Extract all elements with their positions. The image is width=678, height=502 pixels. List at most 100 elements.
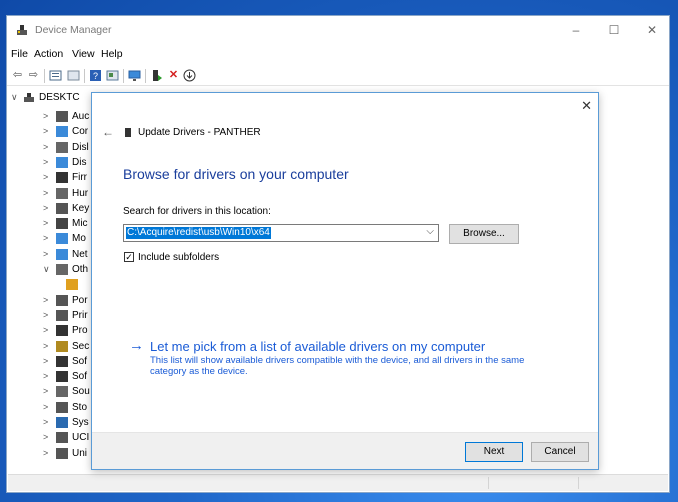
toolbar-separator — [84, 69, 85, 83]
other-devices-icon — [56, 264, 68, 275]
chevron-right-icon[interactable]: > — [43, 371, 48, 381]
properties-icon[interactable] — [49, 69, 62, 82]
dialog-title: Browse for drivers on your computer — [123, 166, 349, 182]
maximize-button[interactable]: ☐ — [597, 20, 631, 40]
ports-icon — [56, 294, 68, 306]
toolbar-separator — [145, 69, 146, 83]
ucm-icon — [56, 432, 68, 444]
driver-path-value[interactable]: C:\Acquire\redist\usb\Win10\x64 — [126, 227, 271, 239]
menu-action[interactable]: Action — [34, 48, 63, 60]
update-drivers-dialog: ✕ ← Update Drivers - PANTHER Browse for … — [91, 92, 599, 470]
keyboard-icon — [56, 202, 68, 214]
toolbar-separator — [123, 69, 124, 83]
software-device-icon — [56, 371, 68, 383]
scan-hardware-icon[interactable] — [183, 69, 196, 82]
chevron-right-icon[interactable]: > — [43, 172, 48, 182]
chevron-right-icon[interactable]: > — [43, 386, 48, 396]
tree-item-label: Cor — [72, 126, 89, 138]
chevron-right-icon[interactable]: > — [43, 111, 48, 121]
menu-help[interactable]: Help — [101, 48, 123, 60]
chevron-right-icon[interactable]: > — [43, 142, 48, 152]
back-arrow-icon[interactable]: ⇦ — [11, 69, 24, 82]
tree-item-label: Oth — [72, 264, 89, 275]
close-button[interactable]: ✕ — [635, 20, 669, 40]
enable-device-icon[interactable] — [150, 69, 163, 82]
browse-button[interactable]: Browse... — [449, 224, 519, 244]
menu-bar: File Action View Help — [7, 48, 669, 64]
software-component-icon — [56, 355, 68, 367]
chevron-right-icon[interactable]: > — [43, 295, 48, 305]
help-icon[interactable]: ? — [89, 69, 102, 82]
device-tree: ∨ DESKTC > Auc > Cor > Disl > Dis > Firr > Hur > Key >… — [7, 88, 99, 466]
chevron-right-icon[interactable]: > — [43, 341, 48, 351]
window-title: Device Manager — [35, 24, 112, 36]
tree-root-label: DESKTC — [39, 92, 80, 103]
computer-icon — [56, 126, 68, 138]
chevron-right-icon[interactable]: > — [43, 402, 48, 412]
title-bar: Device Manager – ☐ ✕ — [7, 16, 669, 44]
update-driver-icon[interactable] — [106, 69, 119, 82]
print-queue-icon — [56, 309, 68, 321]
next-button[interactable]: Next — [465, 442, 523, 462]
chevron-down-icon[interactable]: ∨ — [11, 92, 18, 103]
tree-item-label: Prir — [72, 309, 88, 321]
menu-file[interactable]: File — [11, 48, 28, 60]
arrow-right-icon[interactable]: → — [129, 337, 144, 354]
tree-item-label: Dis — [72, 156, 87, 168]
tree-item-label: Hur — [72, 187, 89, 199]
computer-icon — [24, 93, 34, 102]
chevron-right-icon[interactable]: > — [43, 233, 48, 243]
device-icon — [125, 128, 131, 137]
chevron-right-icon[interactable]: > — [43, 310, 48, 320]
chevron-down-icon[interactable]: ⌵ — [426, 226, 434, 237]
back-arrow-button[interactable]: ← — [102, 125, 114, 139]
forward-arrow-icon[interactable]: ⇨ — [27, 69, 40, 82]
menu-view[interactable]: View — [72, 48, 95, 60]
chevron-right-icon[interactable]: > — [43, 188, 48, 198]
dialog-close-button[interactable]: ✕ — [581, 98, 592, 114]
security-icon — [56, 340, 68, 352]
tree-item-label: Auc — [72, 111, 90, 122]
chevron-right-icon[interactable]: > — [43, 325, 48, 335]
chevron-right-icon[interactable]: > — [43, 203, 48, 213]
toolbar-separator — [44, 69, 45, 83]
tree-item-label: Sys — [72, 417, 89, 428]
usb-icon — [56, 447, 68, 459]
chevron-right-icon[interactable]: > — [43, 417, 48, 427]
monitor-icon[interactable] — [128, 69, 141, 82]
warning-device-icon — [66, 279, 78, 291]
firmware-icon — [56, 172, 68, 184]
driver-path-input[interactable]: C:\Acquire\redist\usb\Win10\x64 ⌵ — [123, 224, 439, 242]
tree-item-label: Mo — [72, 233, 86, 245]
dialog-footer: Next Cancel — [92, 432, 598, 469]
chevron-right-icon[interactable]: > — [43, 356, 48, 366]
display-icon — [56, 156, 68, 168]
minimize-button[interactable]: – — [559, 20, 593, 40]
disk-drive-icon — [56, 141, 68, 153]
pick-driver-description: This list will show available drivers co… — [150, 355, 525, 377]
processor-icon — [56, 325, 68, 337]
chevron-right-icon[interactable]: > — [43, 126, 48, 136]
chevron-right-icon[interactable]: > — [43, 448, 48, 458]
mouse-icon — [56, 218, 68, 230]
chevron-right-icon[interactable]: > — [43, 432, 48, 442]
search-location-label: Search for drivers in this location: — [123, 206, 271, 217]
system-icon — [56, 417, 68, 428]
include-subfolders-checkbox[interactable]: ✓ — [124, 252, 134, 262]
tree-item-label: Net — [72, 248, 88, 260]
svg-text:?: ? — [93, 71, 98, 81]
tree-item-label: Sof — [72, 355, 88, 367]
include-subfolders-label[interactable]: Include subfolders — [138, 252, 219, 263]
tree-item-label: Firr — [72, 172, 87, 184]
chevron-down-icon[interactable]: ∨ — [43, 264, 50, 275]
show-hidden-icon[interactable] — [67, 69, 80, 82]
tree-item-label: Por — [72, 294, 88, 306]
chevron-right-icon[interactable]: > — [43, 249, 48, 259]
tree-item-label: Sec — [72, 340, 90, 352]
uninstall-icon[interactable]: ✕ — [167, 69, 180, 82]
chevron-right-icon[interactable]: > — [43, 218, 48, 228]
pick-driver-link[interactable]: Let me pick from a list of available dri… — [150, 339, 485, 354]
chevron-right-icon[interactable]: > — [43, 157, 48, 167]
cancel-button[interactable]: Cancel — [531, 442, 589, 462]
sound-icon — [56, 386, 68, 398]
